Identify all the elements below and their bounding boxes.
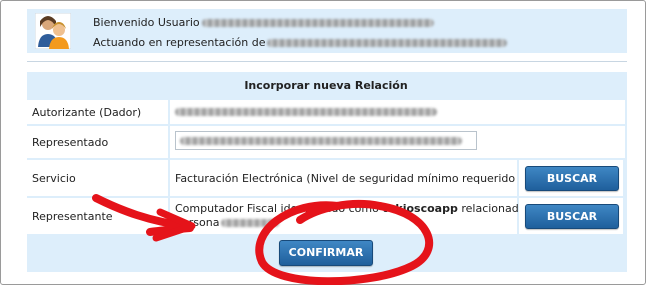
redacted-username: [201, 19, 434, 27]
divider: [27, 61, 627, 62]
representado-select[interactable]: [175, 131, 477, 150]
acting-line: Actuando en representación de: [93, 36, 508, 49]
relation-form: Incorporar nueva Relación Autorizante (D…: [27, 72, 627, 272]
representante-label: Representante: [32, 210, 113, 223]
row-representante: Representante Computador Fiscal identifi…: [27, 198, 625, 234]
representante-value: Computador Fiscal identificado como tuki…: [175, 202, 549, 215]
buscar-representante-button[interactable]: BUSCAR: [525, 204, 619, 229]
servicio-label: Servicio: [32, 172, 76, 185]
representante-prefix: Computador Fiscal identificado como: [175, 202, 379, 215]
row-autorizante: Autorizante (Dador): [27, 100, 625, 124]
representante-persona: persona: [175, 216, 220, 229]
users-icon: [35, 13, 71, 49]
redacted-autorizante: [175, 108, 437, 116]
row-representado: Representado: [27, 126, 625, 158]
representado-label: Representado: [32, 136, 109, 149]
confirm-button[interactable]: CONFIRMAR: [279, 240, 373, 266]
welcome-label: Bienvenido Usuario: [93, 16, 200, 29]
acting-label: Actuando en representación de: [93, 36, 266, 49]
form-title: Incorporar nueva Relación: [244, 79, 408, 92]
welcome-line: Bienvenido Usuario: [93, 16, 434, 29]
user-header: Bienvenido Usuario Actuando en represent…: [27, 9, 627, 53]
servicio-value: Facturación Electrónica (Nivel de seguri…: [175, 172, 530, 185]
redacted-represented: [267, 39, 508, 47]
buscar-servicio-button[interactable]: BUSCAR: [525, 166, 619, 191]
redacted-representado: [180, 137, 462, 145]
autorizante-label: Autorizante (Dador): [32, 106, 142, 119]
representante-app: tukioscoapp: [382, 202, 458, 215]
redacted-persona: [221, 219, 280, 227]
representante-line2: persona: [175, 216, 280, 229]
row-servicio: Servicio Facturación Electrónica (Nivel …: [27, 160, 625, 196]
